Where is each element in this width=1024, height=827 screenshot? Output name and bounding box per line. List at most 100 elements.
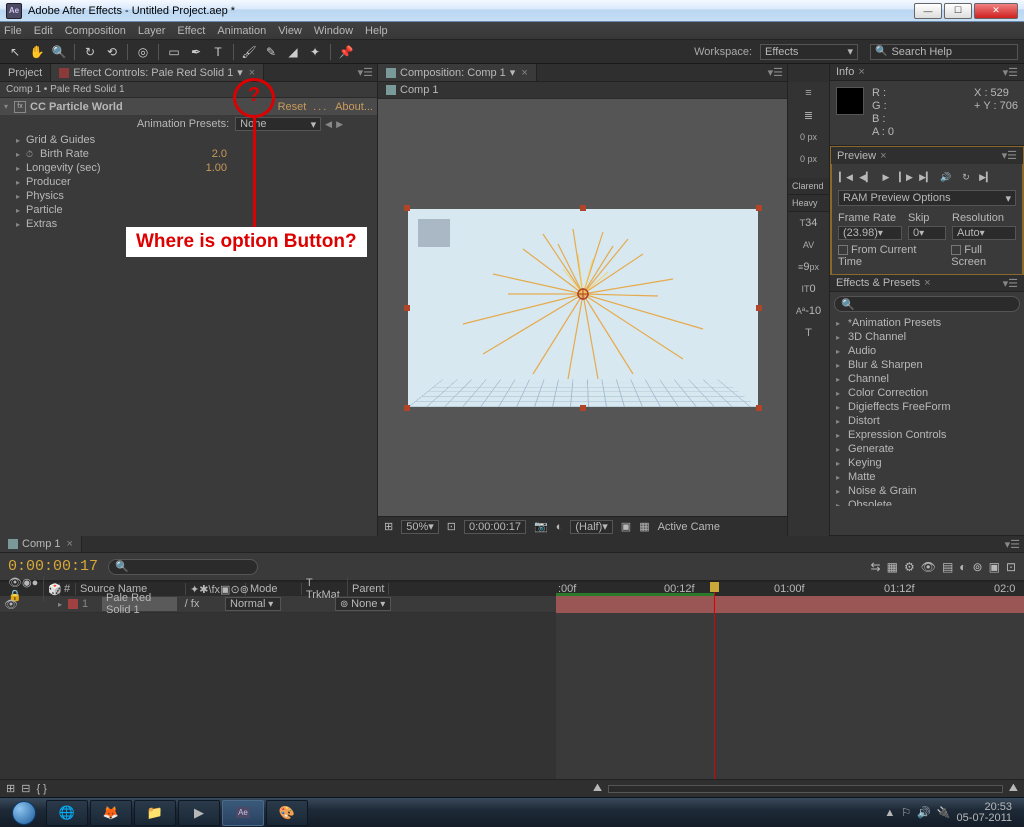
options-link[interactable]: ... bbox=[313, 101, 328, 113]
prop-grid-guides[interactable]: ▸Grid & Guides bbox=[0, 133, 377, 147]
panel-menu-icon[interactable]: ▾☰ bbox=[354, 66, 377, 79]
tab-project[interactable]: Project bbox=[0, 64, 51, 81]
tl-icon[interactable]: ⚙ bbox=[904, 560, 915, 574]
prop-particle[interactable]: ▸Particle bbox=[0, 203, 377, 217]
layer-handle[interactable] bbox=[404, 205, 410, 211]
zoom-dropdown[interactable]: 50% ▾ bbox=[401, 520, 439, 534]
list-item[interactable]: ▸Generate bbox=[830, 442, 1024, 456]
menu-animation[interactable]: Animation bbox=[217, 25, 266, 37]
res-icon[interactable]: ⊡ bbox=[447, 520, 456, 533]
font-tab[interactable]: Clarend bbox=[788, 178, 829, 195]
preset-next-icon[interactable]: ▶ bbox=[336, 119, 343, 130]
transparency-icon[interactable]: ▦ bbox=[639, 520, 649, 533]
timeline-zoom-slider[interactable] bbox=[608, 785, 1003, 793]
zoom-in-icon[interactable]: ⛰ bbox=[1009, 782, 1018, 795]
stopwatch-icon[interactable]: ⏱ bbox=[26, 149, 36, 159]
tab-composition[interactable]: Composition: Comp 1▾× bbox=[378, 64, 537, 81]
roto-tool-icon[interactable]: ✦ bbox=[306, 43, 324, 61]
ram-preview-dropdown[interactable]: RAM Preview Options▾ bbox=[838, 190, 1016, 206]
list-item[interactable]: ▸Channel bbox=[830, 372, 1024, 386]
tl-icon[interactable]: ▣ bbox=[989, 560, 1000, 574]
ram-preview-icon[interactable]: ▶▎ bbox=[978, 170, 994, 184]
toggle-switches-icon[interactable]: { } bbox=[36, 783, 46, 795]
layer-name[interactable]: Pale Red Solid 1 bbox=[102, 597, 177, 611]
workspace-dropdown[interactable]: Effects▾ bbox=[760, 44, 858, 60]
toggle-switches-icon[interactable]: ⊞ bbox=[6, 782, 15, 795]
hand-tool-icon[interactable]: ✋ bbox=[28, 43, 46, 61]
zoom-tool-icon[interactable]: 🔍 bbox=[50, 43, 68, 61]
timeline-track-area[interactable]: :00f 00:12f 01:00f 01:12f 02:0 bbox=[556, 582, 1024, 779]
taskbar-ie-icon[interactable]: 🌐 bbox=[46, 800, 88, 826]
time-display[interactable]: 0:00:00:17 bbox=[464, 520, 526, 534]
prop-value[interactable]: 1.00 bbox=[206, 162, 227, 174]
align-icon[interactable]: 0 px bbox=[788, 126, 829, 148]
brush-tool-icon[interactable]: 🖌 bbox=[240, 43, 258, 61]
parent-dropdown[interactable]: ⊚ None ▾ bbox=[335, 597, 391, 611]
zoom-out-icon[interactable]: ⛰ bbox=[593, 782, 602, 795]
panel-menu-icon[interactable]: ▾☰ bbox=[1002, 149, 1017, 162]
layer-row[interactable]: 👁 ▸ 1 Pale Red Solid 1 / fx Normal ▾ ⊚ N… bbox=[0, 596, 556, 613]
camera-label[interactable]: Active Came bbox=[658, 521, 720, 533]
loop-icon[interactable]: ↻ bbox=[958, 170, 974, 184]
tl-icon[interactable]: ⇆ bbox=[871, 560, 881, 574]
tl-icon[interactable]: ◐ bbox=[959, 560, 966, 574]
rotate-tool-icon[interactable]: ↻ bbox=[81, 43, 99, 61]
clone-tool-icon[interactable]: ✎ bbox=[262, 43, 280, 61]
layer-duration-bar[interactable] bbox=[556, 596, 1024, 613]
text-tool-icon[interactable]: T bbox=[209, 43, 227, 61]
playhead[interactable] bbox=[714, 582, 715, 779]
list-item[interactable]: ▸Color Correction bbox=[830, 386, 1024, 400]
blend-mode-dropdown[interactable]: Normal ▾ bbox=[225, 597, 281, 611]
comp-breadcrumb[interactable]: Comp 1 bbox=[378, 82, 787, 99]
char-val[interactable]: Aª -10 bbox=[788, 300, 829, 322]
tray-up-icon[interactable]: ▲ bbox=[884, 807, 895, 819]
from-current-checkbox[interactable] bbox=[838, 245, 848, 255]
tray-flag-icon[interactable]: ⚐ bbox=[901, 806, 911, 819]
play-icon[interactable]: ▶ bbox=[878, 170, 894, 184]
menu-view[interactable]: View bbox=[278, 25, 302, 37]
layer-handle[interactable] bbox=[756, 205, 762, 211]
prop-value[interactable]: 2.0 bbox=[212, 148, 227, 160]
anchor-tool-icon[interactable]: ◎ bbox=[134, 43, 152, 61]
tl-icon[interactable]: ⊡ bbox=[1006, 560, 1016, 574]
tl-icon[interactable]: ▦ bbox=[887, 560, 898, 574]
preset-prev-icon[interactable]: ◀ bbox=[325, 119, 332, 130]
panel-menu-icon[interactable]: ▾☰ bbox=[764, 66, 787, 79]
last-frame-icon[interactable]: ▶▎ bbox=[918, 170, 934, 184]
camera-tool-icon[interactable]: ⟲ bbox=[103, 43, 121, 61]
prop-birth-rate[interactable]: ▸⏱Birth Rate2.0 bbox=[0, 147, 377, 161]
menu-help[interactable]: Help bbox=[365, 25, 388, 37]
eraser-tool-icon[interactable]: ◢ bbox=[284, 43, 302, 61]
layer-color-icon[interactable] bbox=[68, 599, 78, 609]
channel-icon[interactable]: ◐ bbox=[556, 521, 563, 533]
taskbar-firefox-icon[interactable]: 🦊 bbox=[90, 800, 132, 826]
mute-icon[interactable]: 🔊 bbox=[938, 170, 954, 184]
timecode-display[interactable]: 0:00:00:17 bbox=[8, 558, 98, 575]
menu-effect[interactable]: Effect bbox=[177, 25, 205, 37]
tl-icon[interactable]: ⊚ bbox=[973, 560, 983, 574]
align-icon[interactable]: 0 px bbox=[788, 148, 829, 170]
maximize-button[interactable]: ☐ bbox=[944, 3, 972, 19]
prop-producer[interactable]: ▸Producer bbox=[0, 175, 377, 189]
presets-dropdown[interactable]: None▾ bbox=[235, 117, 321, 131]
pen-tool-icon[interactable]: ✒ bbox=[187, 43, 205, 61]
fullscreen-checkbox[interactable] bbox=[951, 245, 961, 255]
next-frame-icon[interactable]: ▎▶ bbox=[898, 170, 914, 184]
puppet-tool-icon[interactable]: 📌 bbox=[337, 43, 355, 61]
layer-handle[interactable] bbox=[756, 405, 762, 411]
playhead-handle-icon[interactable] bbox=[710, 582, 719, 592]
align-icon[interactable]: ≣ bbox=[788, 104, 829, 126]
char-val[interactable]: ≡ 9 px bbox=[788, 256, 829, 278]
composition-viewer[interactable] bbox=[378, 99, 787, 516]
char-val[interactable]: AV bbox=[788, 234, 829, 256]
list-item[interactable]: ▸Expression Controls bbox=[830, 428, 1024, 442]
char-val[interactable]: IT 0 bbox=[788, 278, 829, 300]
layer-handle[interactable] bbox=[756, 305, 762, 311]
taskbar-ae-icon[interactable]: Ae bbox=[222, 800, 264, 826]
resolution-select[interactable]: Auto ▾ bbox=[952, 226, 1016, 240]
list-item[interactable]: ▸Blur & Sharpen bbox=[830, 358, 1024, 372]
rect-tool-icon[interactable]: ▭ bbox=[165, 43, 183, 61]
list-item[interactable]: ▸Noise & Grain bbox=[830, 484, 1024, 498]
align-icon[interactable]: ≡ bbox=[788, 82, 829, 104]
tab-effect-controls[interactable]: Effect Controls: Pale Red Solid 1 ▾× bbox=[51, 64, 264, 81]
